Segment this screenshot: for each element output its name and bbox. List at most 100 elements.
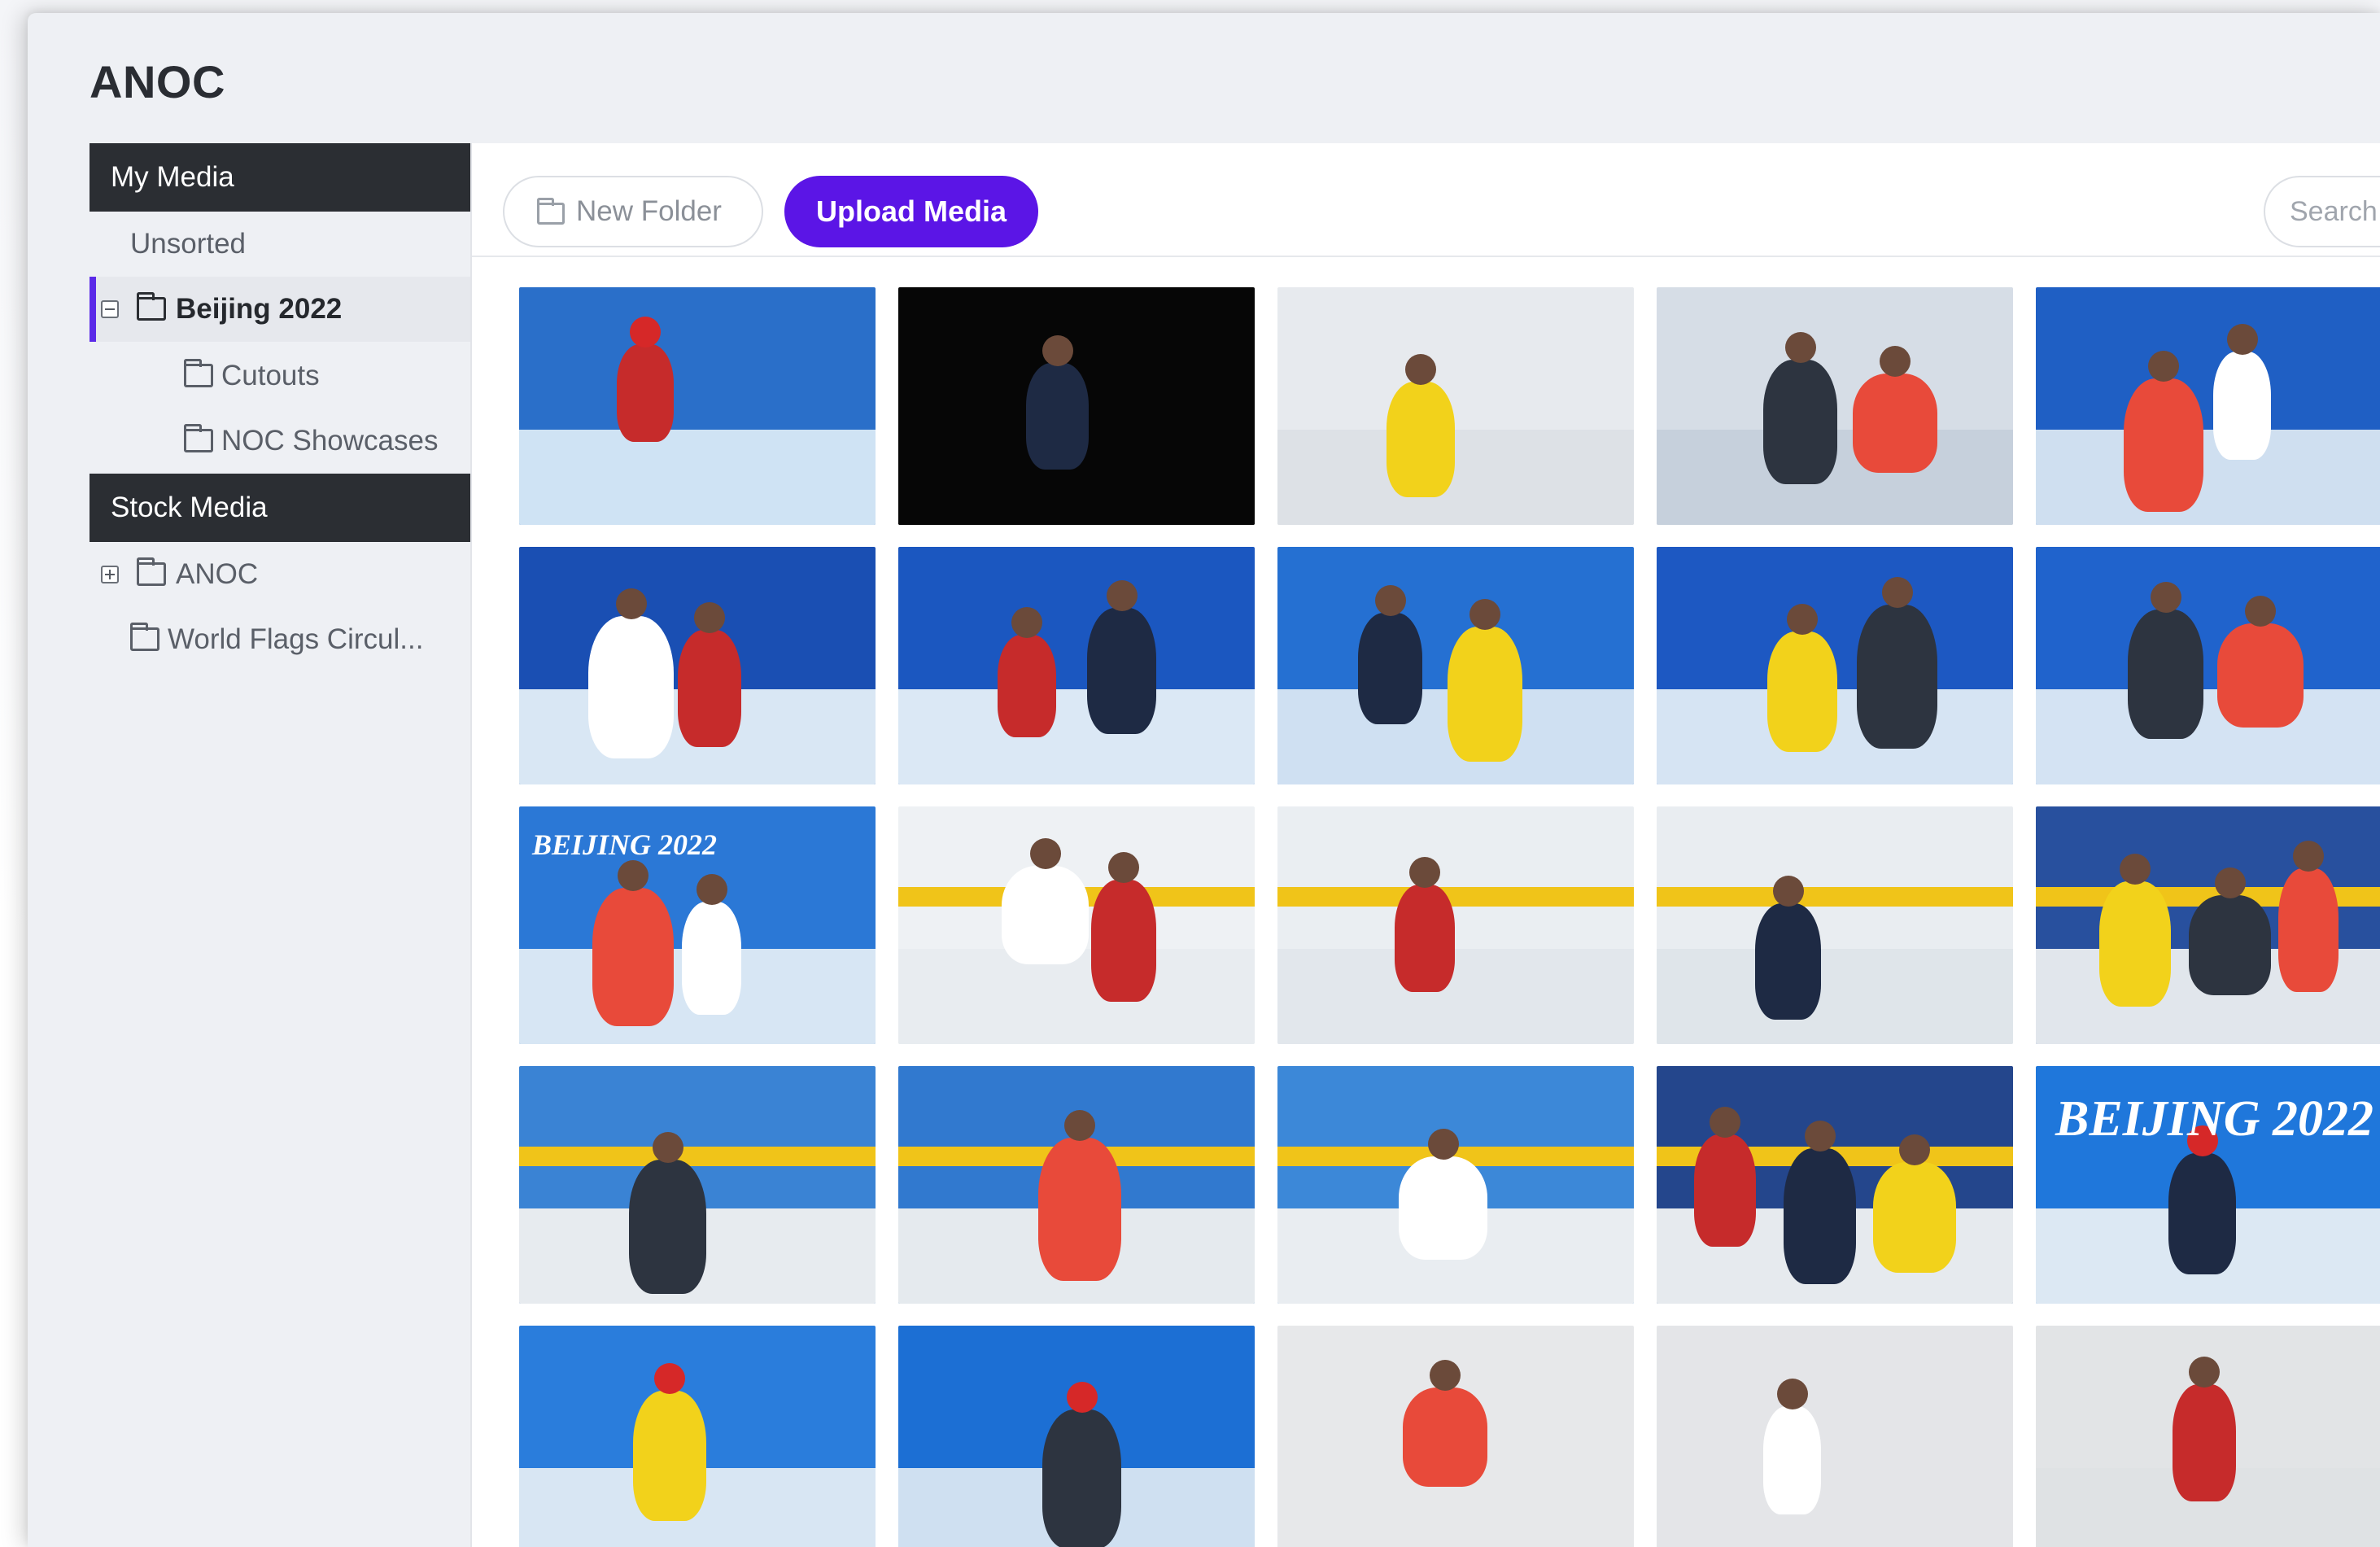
athlete-figure [1694,1134,1756,1247]
section-header-stock-media[interactable]: Stock Media [90,474,470,542]
section-header-my-media[interactable]: My Media [90,143,470,212]
athlete-head [1899,1134,1930,1165]
athlete-head [618,860,648,891]
page-title: ANOC [90,56,225,107]
expand-icon[interactable] [101,566,119,583]
sidebar: My Media Unsorted Beijing 2022 Cutouts N… [90,143,470,1547]
athlete-figure [1448,627,1522,762]
athlete-head [1787,604,1818,635]
collapse-icon[interactable] [101,300,119,318]
thumbnail-caption: BEIJING 2022 [2055,1091,2374,1147]
media-thumbnail[interactable] [1277,806,1634,1044]
athlete-head [2150,582,2181,613]
media-thumbnail[interactable] [2036,1326,2380,1547]
athlete-head [1776,1379,1808,1409]
athlete-head [2189,1357,2220,1387]
thumbnail-ice-surface [898,689,1255,784]
sidebar-item-beijing-2022[interactable]: Beijing 2022 [90,277,470,342]
media-thumbnail[interactable] [2036,287,2380,525]
athlete-head [696,874,727,905]
media-thumbnail[interactable] [898,806,1255,1044]
sidebar-item-label: ANOC [176,558,259,590]
media-thumbnail[interactable] [1657,1326,2013,1547]
athlete-figure [2217,623,2304,728]
athlete-head [2226,324,2258,355]
athlete-figure [588,616,674,758]
athlete-figure [1763,1406,1821,1514]
athlete-figure [633,1391,706,1521]
athlete-figure [1755,903,1821,1020]
athlete-head [630,317,661,347]
upload-media-button[interactable]: Upload Media [784,176,1038,247]
athlete-figure [2278,868,2339,992]
sidebar-item-label: Cutouts [221,360,320,391]
athlete-figure [1038,1138,1121,1281]
thumbnail-ice-surface [519,430,876,525]
athlete-head [2214,867,2246,898]
media-panel: New Folder Upload Media Search M BEIJING… [470,143,2380,1547]
sidebar-item-noc-showcases[interactable]: NOC Showcases [90,409,470,474]
sidebar-item-label: NOC Showcases [221,425,439,457]
athlete-figure [1403,1387,1487,1487]
athlete-figure [629,1160,706,1294]
athlete-head [615,588,647,619]
media-grid: BEIJING 2022 BEIJING 2022 [519,287,2380,1547]
athlete-figure [1853,374,1937,473]
thumbnail-ice-surface [2036,430,2380,525]
media-thumbnail[interactable] [1657,287,2013,525]
thumbnail-rink-boards [519,1147,876,1166]
athlete-head [694,602,725,633]
media-thumbnail[interactable] [1657,1066,2013,1304]
media-thumbnail[interactable] [1277,1066,1634,1304]
media-thumbnail[interactable] [1277,287,1634,525]
media-thumbnail[interactable] [1657,806,2013,1044]
thumbnail-ice-surface [898,949,1255,1044]
sidebar-item-unsorted[interactable]: Unsorted [90,212,470,277]
media-thumbnail[interactable] [2036,547,2380,784]
folder-icon [537,198,565,225]
new-folder-button[interactable]: New Folder [503,176,763,247]
athlete-figure [1763,360,1837,484]
athlete-head [2120,854,2151,885]
athlete-head [1409,857,1440,888]
media-thumbnail[interactable] [898,1066,1255,1304]
media-thumbnail[interactable] [1277,1326,1634,1547]
media-thumbnail[interactable] [519,287,876,525]
athlete-figure [1042,1409,1121,1547]
sidebar-item-anoc[interactable]: ANOC [90,542,470,607]
thumbnail-ice-surface [1277,949,1634,1044]
athlete-figure [1857,605,1937,749]
athlete-head [1804,1121,1836,1152]
athlete-head [1427,1129,1459,1160]
media-thumbnail[interactable]: BEIJING 2022 [519,806,876,1044]
athlete-head [1374,585,1406,616]
media-thumbnail[interactable] [519,1326,876,1547]
media-library-window: ANOC My Media Unsorted Beijing 2022 Cuto… [28,13,2380,1547]
media-thumbnail[interactable] [898,547,1255,784]
sidebar-item-label: World Flags Circul... [168,623,424,655]
media-thumbnail[interactable] [1657,547,2013,784]
sidebar-item-label: Beijing 2022 [176,293,343,325]
athlete-figure [2213,352,2271,460]
media-thumbnail[interactable]: BEIJING 2022 [2036,1066,2380,1304]
athlete-figure [1873,1162,1956,1273]
athlete-head [1710,1107,1740,1138]
search-input[interactable]: Search M [2264,176,2380,247]
athlete-head [1469,599,1500,630]
media-thumbnail[interactable] [1277,547,1634,784]
athlete-head [1772,876,1804,907]
athlete-head [1011,607,1042,638]
athlete-figure [2173,1384,2236,1501]
athlete-figure [1358,613,1422,724]
media-thumbnail[interactable] [2036,806,2380,1044]
media-thumbnail[interactable] [898,1326,1255,1547]
media-thumbnail[interactable] [519,547,876,784]
sidebar-item-cutouts[interactable]: Cutouts [90,343,470,409]
sidebar-item-world-flags[interactable]: World Flags Circul... [90,607,470,672]
media-thumbnail[interactable] [898,287,1255,525]
athlete-head [1430,1360,1461,1391]
athlete-head [1064,1110,1095,1141]
athlete-head [1881,577,1913,608]
media-thumbnail[interactable] [519,1066,876,1304]
athlete-head [1108,852,1139,883]
